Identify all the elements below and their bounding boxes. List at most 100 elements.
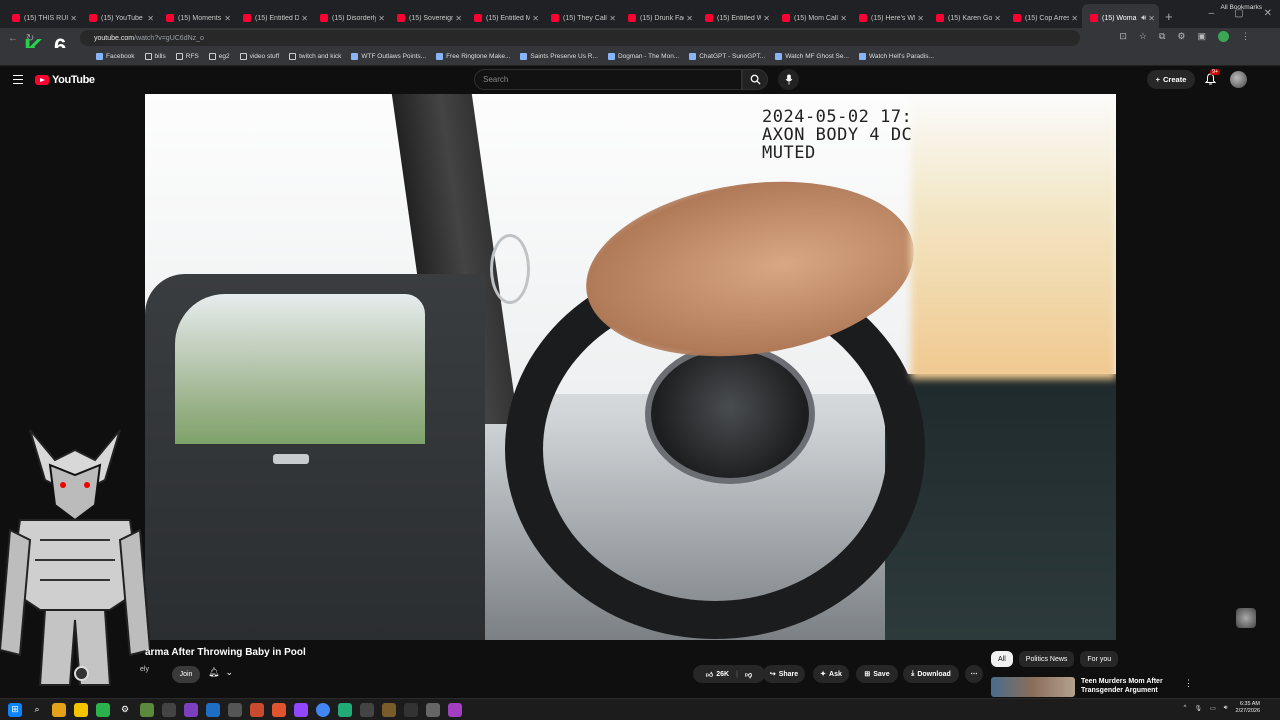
app-icon-9[interactable] (404, 702, 418, 717)
bookmark-item[interactable]: Saints Preserve Us R... (520, 53, 598, 60)
bookmark-item[interactable]: Facebook (96, 53, 135, 60)
menu-icon[interactable]: ⋮ (1241, 31, 1250, 42)
bookmark-item[interactable]: video stuff (239, 53, 279, 60)
recommended-menu-icon[interactable]: ⋮ (1184, 678, 1193, 689)
sidepanel-icon[interactable]: ▣ (1197, 31, 1206, 42)
minecraft-icon[interactable] (140, 702, 154, 717)
close-tab-icon[interactable]: ✕ (532, 14, 539, 23)
hamburger-menu-icon[interactable] (13, 75, 23, 84)
bookmark-star-icon[interactable]: ☆ (1139, 31, 1147, 42)
join-button[interactable]: Join (172, 666, 200, 683)
share-icon: ↪ (769, 671, 776, 678)
tray-mic-icon[interactable]: 🎙︎ (1194, 705, 1202, 712)
app-icon-11[interactable] (448, 702, 462, 717)
app-icon-7[interactable] (360, 702, 374, 717)
share-button[interactable]: ↪ Share (763, 665, 805, 683)
tray-network-icon[interactable]: ▭ (1210, 705, 1216, 712)
taskbar-search-icon[interactable]: ⌕ (30, 703, 44, 717)
search-button[interactable] (742, 69, 768, 90)
recommended-thumbnail[interactable] (991, 677, 1075, 697)
chrome-icon[interactable] (316, 702, 330, 717)
ask-button[interactable]: ✦ Ask (813, 665, 849, 683)
profile-avatar[interactable] (1218, 31, 1229, 42)
close-window-icon[interactable]: ✕ (1264, 8, 1272, 19)
app-icon-4[interactable] (228, 702, 242, 717)
close-tab-icon[interactable]: ✕ (455, 14, 462, 23)
bookmark-item[interactable]: Watch MF Ghost Se... (775, 53, 849, 60)
like-button[interactable]: 👍︎ 26K (706, 670, 729, 679)
bookmark-item[interactable]: RFS (175, 53, 199, 60)
twitch-icon[interactable] (294, 702, 308, 717)
app-icon-5[interactable] (250, 702, 264, 717)
chip-for-you[interactable]: For you (1080, 651, 1119, 667)
subscribe-notify-toggle[interactable]: 🔔︎ ⌄ (208, 667, 233, 678)
recommended-video[interactable]: Teen Murders Mom After Transgender Argum… (991, 677, 1181, 697)
tray-chevron-icon[interactable]: ^ (1184, 705, 1187, 711)
app-icon-8[interactable] (382, 702, 396, 717)
tab-title: (15) Entitled Da (255, 14, 300, 22)
file-explorer-icon[interactable] (52, 702, 66, 717)
account-avatar[interactable] (1230, 71, 1247, 88)
bookmark-item[interactable]: eg2 (208, 53, 230, 60)
firefox-icon[interactable] (272, 702, 286, 717)
app-icon-6[interactable] (338, 702, 352, 717)
chip-all[interactable]: All (991, 651, 1013, 667)
settings-gear-taskbar-icon[interactable]: ⚙ (118, 703, 132, 717)
app-icon-10[interactable] (426, 702, 440, 717)
windows-start-icon[interactable]: ⊞ (8, 702, 22, 717)
close-tab-icon[interactable]: ✕ (70, 14, 77, 23)
bookmark-item[interactable]: twitch and kick (289, 53, 341, 60)
green-app-icon[interactable] (96, 702, 110, 717)
close-tab-icon[interactable]: ✕ (763, 14, 770, 23)
site-icon (351, 53, 359, 60)
close-tab-icon[interactable]: ✕ (147, 14, 154, 23)
bookmark-item[interactable]: Watch Hell's Paradis... (858, 53, 934, 60)
install-icon[interactable]: ⊡ (1119, 31, 1127, 42)
extension-icon[interactable]: ⧉ (1159, 31, 1165, 42)
address-bar[interactable]: youtube.com/watch?v=gUC6dNz_o (80, 30, 1080, 46)
video-player[interactable]: 2024-05-02 17: AXON BODY 4 DC MUTED (145, 94, 1116, 640)
search-input[interactable]: Search (474, 69, 742, 90)
close-tab-icon[interactable]: ✕ (686, 14, 693, 23)
app-icon-1[interactable] (162, 702, 176, 717)
bodycam-timestamp: 2024-05-02 17: (762, 107, 913, 127)
browser-toolbar: ← ↻ youtube.com/watch?v=gUC6dNz_o ⊡ ☆ ⧉ … (0, 28, 1280, 48)
bookmark-item[interactable]: ChatGPT - SunoGPT... (689, 53, 765, 60)
bookmark-item[interactable]: Dogman - The Mon... (607, 53, 679, 60)
chip-politics-news[interactable]: Politics News (1018, 651, 1075, 667)
app-icon-2[interactable] (184, 702, 198, 717)
page-scrollbar[interactable] (1272, 94, 1280, 698)
extensions-puzzle-icon[interactable]: ⚙ (1177, 31, 1185, 42)
app-icon-3[interactable] (206, 702, 220, 717)
channel-watermark-icon[interactable] (1236, 608, 1256, 628)
channel-name[interactable]: ely (140, 666, 149, 673)
minimize-icon[interactable]: – (1209, 8, 1215, 19)
download-button[interactable]: ⤓ Download (903, 665, 959, 683)
save-button[interactable]: ⊞ Save (856, 665, 898, 683)
recommended-title[interactable]: Teen Murders Mom After Transgender Argum… (1081, 677, 1181, 697)
bookmark-item[interactable]: bills (144, 53, 166, 60)
close-tab-icon[interactable]: ✕ (378, 14, 385, 23)
close-tab-icon[interactable]: ✕ (1071, 14, 1078, 23)
taskbar-clock[interactable]: 6:35 AM 2/27/2026 (1236, 701, 1260, 715)
close-tab-icon[interactable]: ✕ (917, 14, 924, 23)
all-bookmarks[interactable]: All Bookmarks (1220, 4, 1262, 11)
tray-volume-icon[interactable]: 🔊︎ (1224, 705, 1228, 712)
close-tab-icon[interactable]: ✕ (1148, 14, 1155, 23)
close-tab-icon[interactable]: ✕ (994, 14, 1001, 23)
close-tab-icon[interactable]: ✕ (840, 14, 847, 23)
more-actions-button[interactable]: ⋯ (965, 665, 983, 683)
close-tab-icon[interactable]: ✕ (301, 14, 308, 23)
close-tab-icon[interactable]: ✕ (224, 14, 231, 23)
youtube-logo[interactable]: YouTube (35, 74, 95, 86)
thumbs-down-icon[interactable]: 👎︎ (745, 670, 752, 679)
voice-search-button[interactable] (778, 69, 799, 90)
create-button[interactable]: + Create (1147, 70, 1195, 89)
audio-playing-icon[interactable]: 🔊︎ (1141, 13, 1146, 23)
bookmark-item[interactable]: WTF Outlaws Points... (351, 53, 426, 60)
bookmark-item[interactable]: Free Ringtone Make... (436, 53, 510, 60)
back-icon[interactable]: ← (8, 33, 18, 44)
notes-app-icon[interactable] (74, 702, 88, 717)
close-tab-icon[interactable]: ✕ (609, 14, 616, 23)
new-tab-icon[interactable]: + (1165, 9, 1173, 24)
